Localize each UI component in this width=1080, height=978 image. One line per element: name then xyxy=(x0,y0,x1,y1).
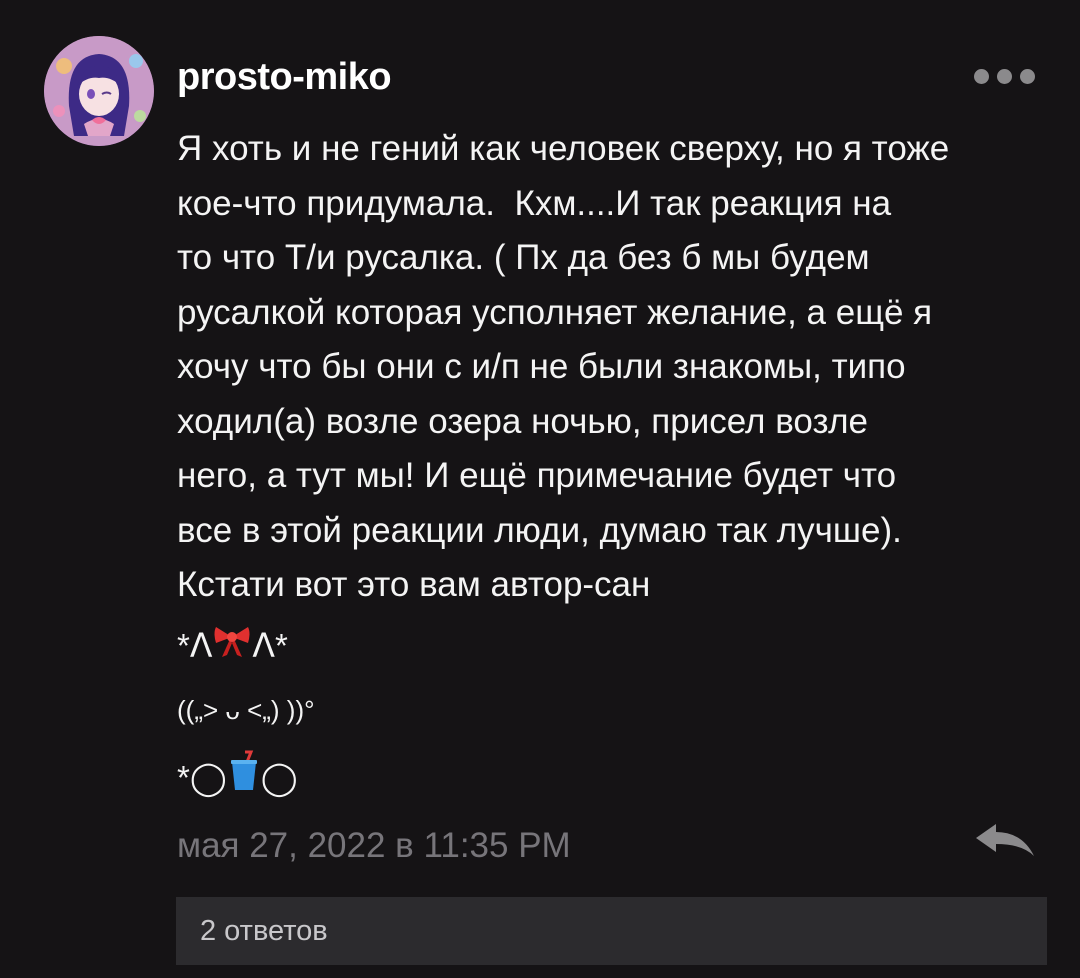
username[interactable]: prosto-miko xyxy=(177,56,392,99)
more-horizontal-icon-dot xyxy=(997,68,1012,84)
avatar-image xyxy=(44,36,154,146)
more-options-button[interactable] xyxy=(974,66,1038,86)
cup-with-straw-emoji xyxy=(227,750,261,811)
avatar[interactable] xyxy=(44,36,154,146)
comment-text-line: все в этой реакции люди, думаю так лучше… xyxy=(177,510,902,550)
comment-timestamp: мая 27, 2022 в 11:35 PM xyxy=(177,826,571,865)
comment-text-line: хочу что бы они с и/п не были знакомы, т… xyxy=(177,347,906,386)
kaomoji-text: ◯ xyxy=(260,759,298,796)
comment-text-line: ходил(а) возле озера ночью, присел возле xyxy=(177,401,869,441)
kaomoji-line: *ᐱ ᐱ* xyxy=(177,616,477,678)
ribbon-emoji xyxy=(212,618,252,678)
kaomoji-line: ((„> ᴗ <„) ))° xyxy=(177,680,477,740)
comment-text-line: него, а тут мы! И ещё примечание будет ч… xyxy=(177,456,897,495)
reply-arrow-icon xyxy=(976,824,1034,856)
comment-text-line: Кстати вот это вам автор-сан xyxy=(177,565,651,604)
more-horizontal-icon xyxy=(974,68,989,84)
kaomoji-text: *ᐱ xyxy=(177,627,213,664)
comment-text-line: кое-что придумала. Кхм....И так реакция … xyxy=(177,183,892,223)
comment-text: Я хоть и не гений как человек сверху, но… xyxy=(177,122,1057,613)
kaomoji-text: ((„> ᴗ <„) ))° xyxy=(177,695,315,725)
comment-card: prosto-miko Я хоть и не гений как челове… xyxy=(0,0,1080,978)
comment-text-line: то что Т/и русалка. ( Пх да без б мы буд… xyxy=(177,238,870,277)
kaomoji-text: ᐱ* xyxy=(252,627,288,664)
replies-button[interactable]: 2 ответов xyxy=(176,897,1047,965)
reply-button[interactable] xyxy=(972,822,1038,862)
comment-text-line: Я хоть и не гений как человек сверху, но… xyxy=(177,129,950,168)
kaomoji-line: *◯ ◯ xyxy=(177,748,477,811)
comment-text-line: русалкой которая усполняет желание, а ещ… xyxy=(177,292,933,332)
more-horizontal-icon-dot xyxy=(1020,68,1035,84)
replies-count-label: 2 ответов xyxy=(200,915,328,947)
kaomoji-text: *◯ xyxy=(177,759,227,796)
